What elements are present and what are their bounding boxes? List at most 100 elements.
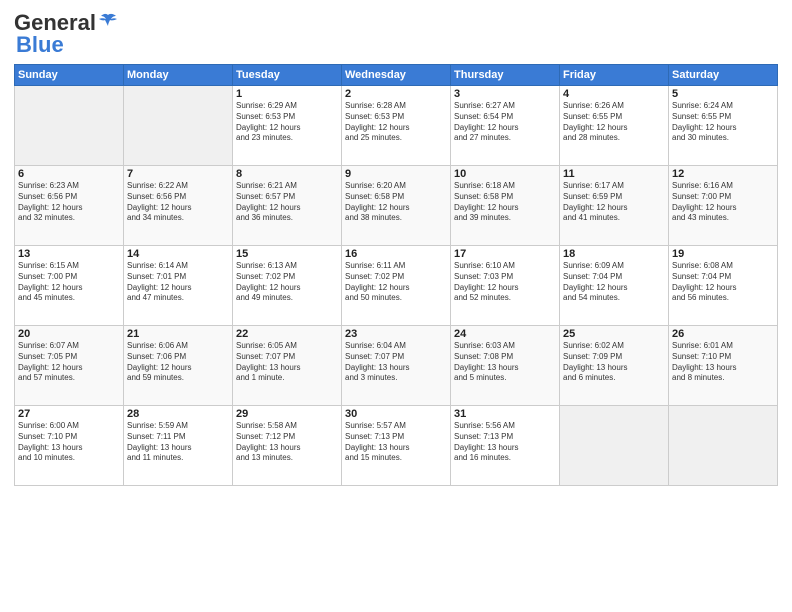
calendar-cell: 1Sunrise: 6:29 AM Sunset: 6:53 PM Daylig… [233,86,342,166]
calendar-cell: 26Sunrise: 6:01 AM Sunset: 7:10 PM Dayli… [669,326,778,406]
day-number: 29 [236,408,338,420]
calendar-cell [15,86,124,166]
day-number: 27 [18,408,120,420]
logo-blue-text: Blue [16,32,64,58]
calendar-cell: 25Sunrise: 6:02 AM Sunset: 7:09 PM Dayli… [560,326,669,406]
day-number: 4 [563,88,665,100]
day-info: Sunrise: 6:22 AM Sunset: 6:56 PM Dayligh… [127,181,229,224]
day-info: Sunrise: 6:11 AM Sunset: 7:02 PM Dayligh… [345,261,447,304]
calendar-cell: 24Sunrise: 6:03 AM Sunset: 7:08 PM Dayli… [451,326,560,406]
calendar-week-5: 27Sunrise: 6:00 AM Sunset: 7:10 PM Dayli… [15,406,778,486]
weekday-header-wednesday: Wednesday [342,65,451,86]
calendar-week-2: 6Sunrise: 6:23 AM Sunset: 6:56 PM Daylig… [15,166,778,246]
calendar-page: General Blue SundayMondayTuesdayWednesda… [0,0,792,612]
day-info: Sunrise: 5:57 AM Sunset: 7:13 PM Dayligh… [345,421,447,464]
calendar-cell: 9Sunrise: 6:20 AM Sunset: 6:58 PM Daylig… [342,166,451,246]
day-info: Sunrise: 6:24 AM Sunset: 6:55 PM Dayligh… [672,101,774,144]
day-number: 26 [672,328,774,340]
day-number: 5 [672,88,774,100]
day-number: 14 [127,248,229,260]
day-number: 23 [345,328,447,340]
calendar-cell: 16Sunrise: 6:11 AM Sunset: 7:02 PM Dayli… [342,246,451,326]
day-info: Sunrise: 6:10 AM Sunset: 7:03 PM Dayligh… [454,261,556,304]
day-info: Sunrise: 6:06 AM Sunset: 7:06 PM Dayligh… [127,341,229,384]
day-info: Sunrise: 5:58 AM Sunset: 7:12 PM Dayligh… [236,421,338,464]
calendar-cell: 3Sunrise: 6:27 AM Sunset: 6:54 PM Daylig… [451,86,560,166]
day-number: 1 [236,88,338,100]
day-info: Sunrise: 6:26 AM Sunset: 6:55 PM Dayligh… [563,101,665,144]
day-info: Sunrise: 6:00 AM Sunset: 7:10 PM Dayligh… [18,421,120,464]
day-info: Sunrise: 6:04 AM Sunset: 7:07 PM Dayligh… [345,341,447,384]
day-info: Sunrise: 6:18 AM Sunset: 6:58 PM Dayligh… [454,181,556,224]
calendar-cell: 13Sunrise: 6:15 AM Sunset: 7:00 PM Dayli… [15,246,124,326]
calendar-week-4: 20Sunrise: 6:07 AM Sunset: 7:05 PM Dayli… [15,326,778,406]
calendar-cell: 14Sunrise: 6:14 AM Sunset: 7:01 PM Dayli… [124,246,233,326]
day-info: Sunrise: 6:09 AM Sunset: 7:04 PM Dayligh… [563,261,665,304]
logo: General Blue [14,10,118,58]
day-info: Sunrise: 6:29 AM Sunset: 6:53 PM Dayligh… [236,101,338,144]
weekday-header-thursday: Thursday [451,65,560,86]
day-number: 30 [345,408,447,420]
day-number: 21 [127,328,229,340]
day-number: 25 [563,328,665,340]
day-info: Sunrise: 6:07 AM Sunset: 7:05 PM Dayligh… [18,341,120,384]
day-info: Sunrise: 6:16 AM Sunset: 7:00 PM Dayligh… [672,181,774,224]
calendar-cell: 12Sunrise: 6:16 AM Sunset: 7:00 PM Dayli… [669,166,778,246]
day-number: 16 [345,248,447,260]
day-info: Sunrise: 6:13 AM Sunset: 7:02 PM Dayligh… [236,261,338,304]
day-number: 12 [672,168,774,180]
day-number: 3 [454,88,556,100]
calendar-header-row: SundayMondayTuesdayWednesdayThursdayFrid… [15,65,778,86]
day-info: Sunrise: 6:03 AM Sunset: 7:08 PM Dayligh… [454,341,556,384]
day-info: Sunrise: 6:23 AM Sunset: 6:56 PM Dayligh… [18,181,120,224]
calendar-cell: 20Sunrise: 6:07 AM Sunset: 7:05 PM Dayli… [15,326,124,406]
day-number: 24 [454,328,556,340]
day-info: Sunrise: 6:17 AM Sunset: 6:59 PM Dayligh… [563,181,665,224]
calendar-week-3: 13Sunrise: 6:15 AM Sunset: 7:00 PM Dayli… [15,246,778,326]
calendar-cell: 15Sunrise: 6:13 AM Sunset: 7:02 PM Dayli… [233,246,342,326]
calendar-cell: 21Sunrise: 6:06 AM Sunset: 7:06 PM Dayli… [124,326,233,406]
calendar-cell: 29Sunrise: 5:58 AM Sunset: 7:12 PM Dayli… [233,406,342,486]
calendar-cell: 10Sunrise: 6:18 AM Sunset: 6:58 PM Dayli… [451,166,560,246]
calendar-cell: 11Sunrise: 6:17 AM Sunset: 6:59 PM Dayli… [560,166,669,246]
weekday-header-monday: Monday [124,65,233,86]
weekday-header-sunday: Sunday [15,65,124,86]
day-info: Sunrise: 6:21 AM Sunset: 6:57 PM Dayligh… [236,181,338,224]
day-number: 17 [454,248,556,260]
day-number: 15 [236,248,338,260]
weekday-header-saturday: Saturday [669,65,778,86]
day-info: Sunrise: 6:20 AM Sunset: 6:58 PM Dayligh… [345,181,447,224]
weekday-header-tuesday: Tuesday [233,65,342,86]
day-number: 10 [454,168,556,180]
calendar-cell: 5Sunrise: 6:24 AM Sunset: 6:55 PM Daylig… [669,86,778,166]
day-info: Sunrise: 5:56 AM Sunset: 7:13 PM Dayligh… [454,421,556,464]
calendar-table: SundayMondayTuesdayWednesdayThursdayFrid… [14,64,778,486]
calendar-cell: 8Sunrise: 6:21 AM Sunset: 6:57 PM Daylig… [233,166,342,246]
calendar-cell: 6Sunrise: 6:23 AM Sunset: 6:56 PM Daylig… [15,166,124,246]
weekday-header-friday: Friday [560,65,669,86]
day-info: Sunrise: 6:27 AM Sunset: 6:54 PM Dayligh… [454,101,556,144]
day-info: Sunrise: 6:05 AM Sunset: 7:07 PM Dayligh… [236,341,338,384]
day-number: 20 [18,328,120,340]
calendar-cell [560,406,669,486]
day-info: Sunrise: 5:59 AM Sunset: 7:11 PM Dayligh… [127,421,229,464]
calendar-cell: 19Sunrise: 6:08 AM Sunset: 7:04 PM Dayli… [669,246,778,326]
logo-bird-icon [98,11,118,31]
calendar-cell [669,406,778,486]
day-number: 22 [236,328,338,340]
day-number: 31 [454,408,556,420]
day-number: 9 [345,168,447,180]
day-info: Sunrise: 6:01 AM Sunset: 7:10 PM Dayligh… [672,341,774,384]
day-number: 8 [236,168,338,180]
day-info: Sunrise: 6:14 AM Sunset: 7:01 PM Dayligh… [127,261,229,304]
calendar-cell: 31Sunrise: 5:56 AM Sunset: 7:13 PM Dayli… [451,406,560,486]
calendar-cell [124,86,233,166]
day-number: 19 [672,248,774,260]
day-number: 11 [563,168,665,180]
calendar-cell: 4Sunrise: 6:26 AM Sunset: 6:55 PM Daylig… [560,86,669,166]
calendar-cell: 18Sunrise: 6:09 AM Sunset: 7:04 PM Dayli… [560,246,669,326]
day-info: Sunrise: 6:02 AM Sunset: 7:09 PM Dayligh… [563,341,665,384]
calendar-cell: 28Sunrise: 5:59 AM Sunset: 7:11 PM Dayli… [124,406,233,486]
header: General Blue [14,10,778,58]
day-number: 13 [18,248,120,260]
